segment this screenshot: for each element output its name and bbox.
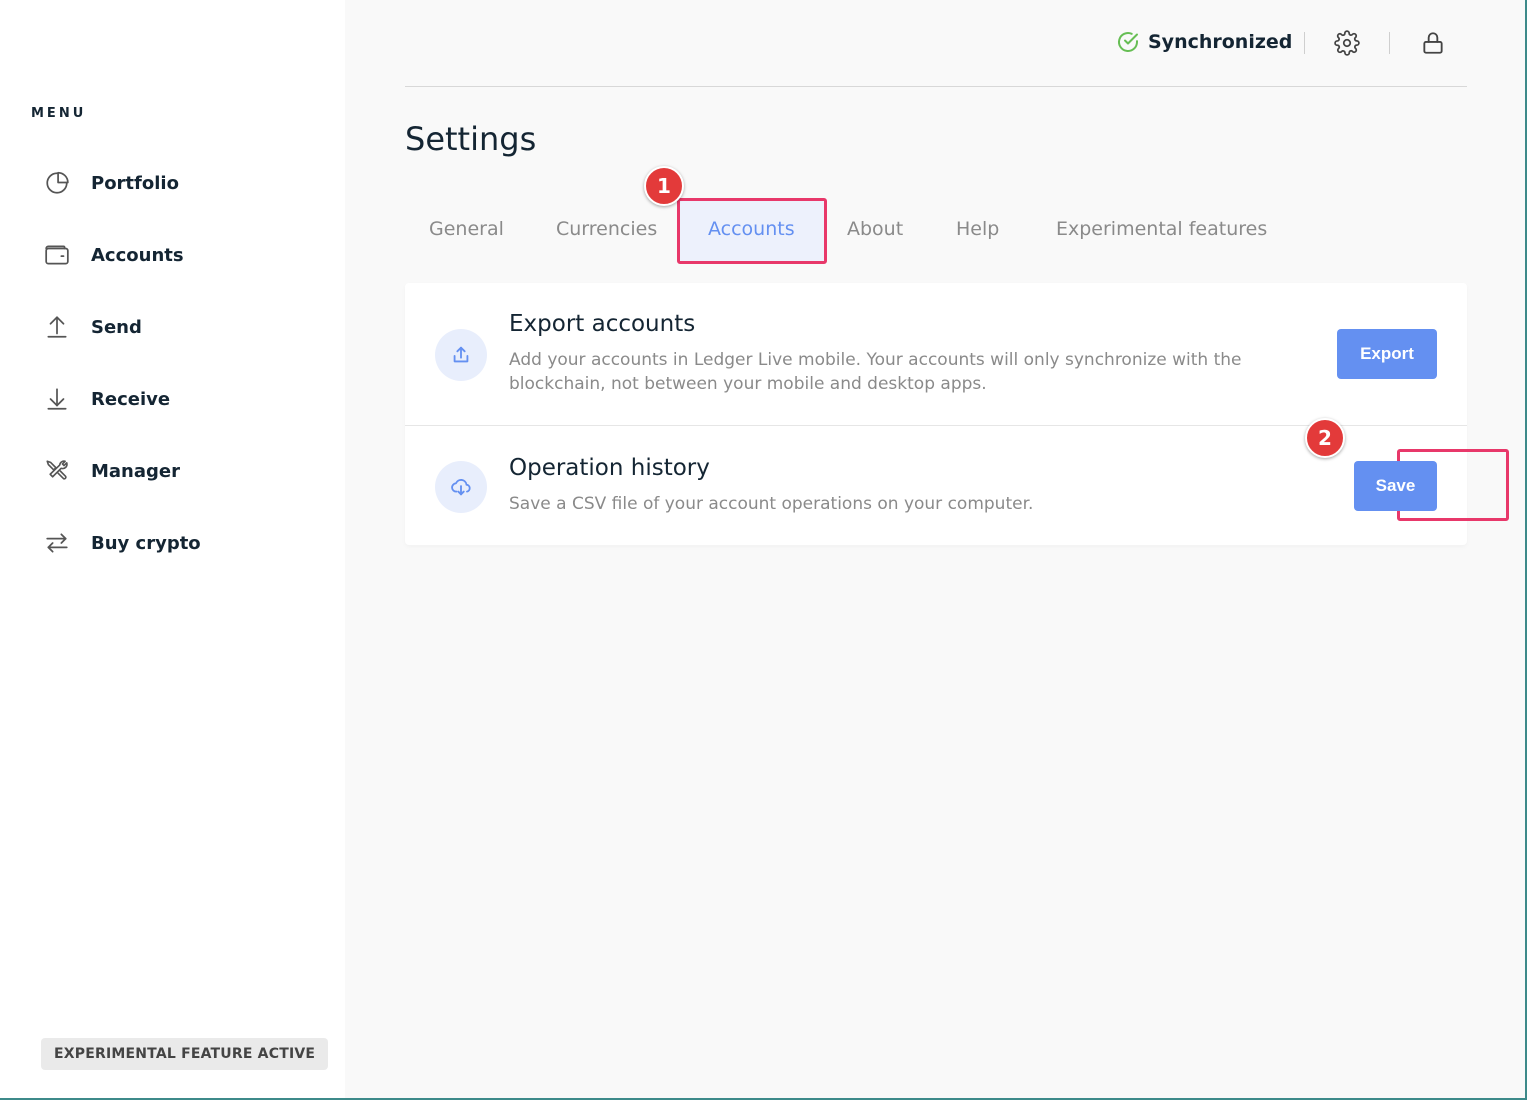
sync-status-label: Synchronized — [1148, 31, 1293, 53]
wallet-icon — [43, 241, 71, 269]
export-accounts-title: Export accounts — [509, 311, 696, 337]
lock-icon[interactable] — [1419, 29, 1447, 57]
divider — [1389, 32, 1390, 54]
tools-icon — [43, 457, 71, 485]
step-1-marker: 1 — [644, 166, 684, 206]
sidebar-item-manager[interactable]: Manager — [43, 453, 303, 489]
page-title: Settings — [405, 120, 537, 158]
tab-help[interactable]: Help — [956, 218, 999, 240]
top-bar: Synchronized — [405, 0, 1467, 87]
sidebar-item-buy-crypto[interactable]: Buy crypto — [43, 525, 303, 561]
check-circle-icon — [1118, 32, 1138, 52]
arrow-down-icon — [43, 385, 71, 413]
sidebar-item-label: Accounts — [91, 244, 184, 266]
arrow-up-icon — [43, 313, 71, 341]
sidebar-item-accounts[interactable]: Accounts — [43, 237, 303, 273]
sidebar-item-receive[interactable]: Receive — [43, 381, 303, 417]
sidebar-item-label: Send — [91, 316, 142, 338]
step-2-marker: 2 — [1305, 418, 1345, 458]
sidebar-item-portfolio[interactable]: Portfolio — [43, 165, 303, 201]
history-row-icon — [435, 461, 487, 513]
export-accounts-description: Add your accounts in Ledger Live mobile.… — [509, 350, 1242, 394]
main-content: Synchronized Settings General Currencies… — [345, 0, 1525, 1100]
sync-status[interactable]: Synchronized — [1116, 30, 1292, 54]
export-row-icon — [435, 329, 487, 381]
accounts-settings-card: Export accounts Add your accounts in Led… — [405, 283, 1509, 545]
pie-chart-icon — [43, 169, 71, 197]
experimental-feature-badge: EXPERIMENTAL FEATURE ACTIVE — [41, 1038, 329, 1070]
gear-icon[interactable] — [1333, 29, 1361, 57]
cloud-download-icon — [451, 479, 471, 496]
save-button[interactable]: Save — [1354, 461, 1437, 511]
tab-currencies[interactable]: Currencies — [556, 218, 657, 240]
export-button[interactable]: Export — [1337, 329, 1437, 379]
upload-icon — [453, 346, 469, 363]
sidebar-item-label: Manager — [91, 460, 180, 482]
tab-accounts[interactable]: Accounts — [708, 218, 795, 240]
exchange-icon — [43, 529, 71, 557]
sidebar: MENU Portfolio Accounts Send Receive Man… — [0, 0, 345, 1100]
operation-history-title: Operation history — [509, 455, 710, 481]
operation-history-description: Save a CSV file of your account operatio… — [509, 494, 1034, 514]
tab-about[interactable]: About — [847, 218, 903, 240]
sidebar-item-send[interactable]: Send — [43, 309, 303, 345]
tab-experimental-features[interactable]: Experimental features — [1056, 218, 1267, 240]
sidebar-item-label: Portfolio — [91, 172, 179, 194]
sidebar-item-label: Receive — [91, 388, 171, 410]
divider — [1304, 32, 1305, 54]
menu-label: MENU — [31, 106, 87, 121]
sidebar-item-label: Buy crypto — [91, 532, 201, 554]
tab-general[interactable]: General — [429, 218, 504, 240]
